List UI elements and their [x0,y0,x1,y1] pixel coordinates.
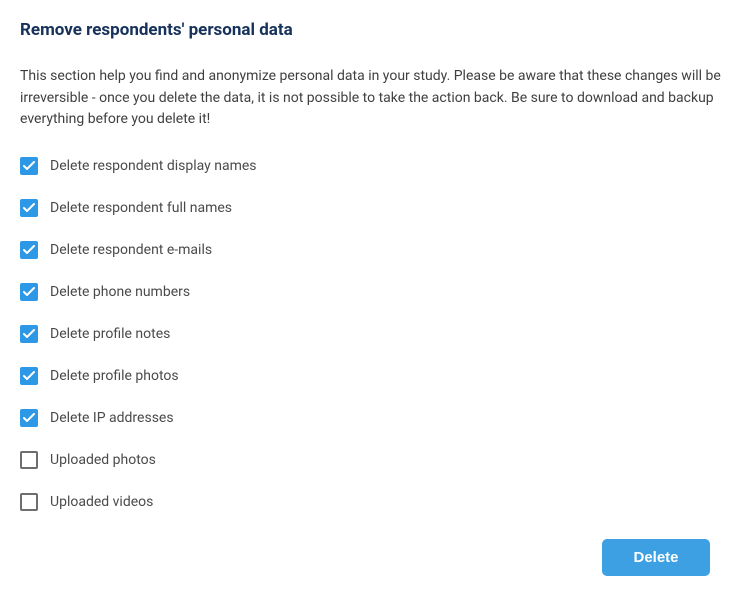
checkbox-full-names[interactable] [20,199,38,217]
check-icon [23,413,35,423]
option-row: Delete phone numbers [20,283,730,301]
actions-bar: Delete [20,539,730,576]
checkbox-profile-photos[interactable] [20,367,38,385]
option-row: Delete respondent e-mails [20,241,730,259]
option-row: Delete IP addresses [20,409,730,427]
check-icon [23,203,35,213]
check-icon [23,287,35,297]
option-row: Uploaded videos [20,493,730,511]
checkbox-ip-addresses[interactable] [20,409,38,427]
delete-button[interactable]: Delete [602,539,710,576]
checkbox-uploaded-photos[interactable] [20,451,38,469]
option-row: Delete respondent display names [20,157,730,175]
check-icon [23,245,35,255]
check-icon [23,329,35,339]
option-label: Delete profile photos [50,368,179,384]
option-label: Uploaded photos [50,452,156,468]
check-icon [23,161,35,171]
check-icon [23,371,35,381]
checkbox-emails[interactable] [20,241,38,259]
option-row: Uploaded photos [20,451,730,469]
option-row: Delete profile notes [20,325,730,343]
checkbox-uploaded-videos[interactable] [20,493,38,511]
option-label: Delete respondent full names [50,200,232,216]
page-title: Remove respondents' personal data [20,20,730,40]
checkbox-phone-numbers[interactable] [20,283,38,301]
checkbox-display-names[interactable] [20,157,38,175]
checkbox-profile-notes[interactable] [20,325,38,343]
option-label: Delete phone numbers [50,284,190,300]
page-description: This section help you find and anonymize… [20,66,730,131]
option-label: Delete profile notes [50,326,170,342]
option-label: Delete respondent e-mails [50,242,212,258]
option-label: Uploaded videos [50,494,153,510]
option-row: Delete respondent full names [20,199,730,217]
option-label: Delete respondent display names [50,158,257,174]
option-row: Delete profile photos [20,367,730,385]
options-list: Delete respondent display names Delete r… [20,157,730,511]
option-label: Delete IP addresses [50,410,174,426]
